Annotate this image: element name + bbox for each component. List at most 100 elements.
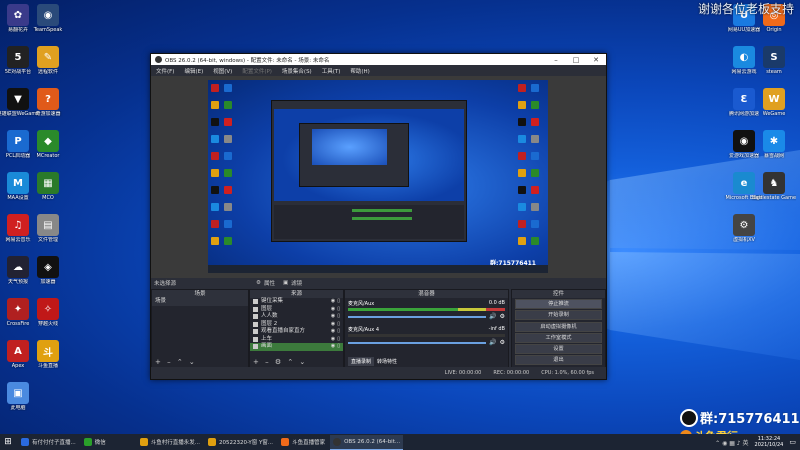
properties-button[interactable]: 属性 [264,279,275,287]
scene-toolbar: 未选择源 ⚙ 属性 ▣ 滤镜 [151,278,606,288]
left-desktop-icon[interactable]: 斗斗鱼直播 [26,340,70,369]
menu-view[interactable]: 视图(V) [208,67,237,75]
desktop-icon-label: 此电脑 [10,405,26,411]
lock-icon[interactable]: ▯ [337,313,340,321]
left-desktop-icon[interactable]: ▦ MCO [26,172,70,201]
lock-icon[interactable]: ▯ [337,298,340,306]
mini-desktop-icon [211,118,219,126]
right-desktop-icon[interactable]: W WeGame [752,88,796,117]
source-name: 观看直播自家直方 [261,328,306,334]
app-icon: ◉ [37,4,59,26]
menu-edit[interactable]: 编辑(E) [179,67,208,75]
source-item[interactable]: 键位采集 ◉ ▯ [250,298,343,306]
virtual-camera-button[interactable]: 启动虚拟摄像机 [515,321,602,332]
preview-area[interactable]: 群:715776411 [151,76,606,278]
right-desktop-icon[interactable]: ⚙ 虚拟机XV [722,214,766,243]
lock-icon[interactable]: ▯ [337,321,340,329]
visibility-eye-icon[interactable]: ◉ [331,321,335,329]
channel-level: 0.0 dB [488,300,505,306]
gear-icon[interactable]: ⚙ [500,339,505,346]
left-desktop-icon[interactable]: ▣ 此电脑 [0,382,40,411]
menu-file[interactable]: 文件(F) [151,67,179,75]
taskbar-app[interactable]: 斗鱼村行直播永发... [137,435,203,449]
volume-slider[interactable] [348,341,487,344]
mini-desktop-icon [518,84,526,92]
source-toolbar-buttons[interactable]: + – ⚙ ⌃ ⌄ [253,358,307,366]
source-item[interactable]: 人人数 ◉ ▯ [250,313,343,321]
tray-icons[interactable]: ⌃ ◉ ▦ ♪ 英 [715,438,748,447]
visibility-eye-icon[interactable]: ◉ [331,306,335,314]
source-item[interactable]: 图层 2 ◉ ▯ [250,321,343,329]
left-desktop-icon[interactable]: ? 奇游加速器 [26,88,70,117]
sources-header: 来源 [250,290,343,298]
mini-desktop-icon [531,203,539,211]
channel-name: 麦克风/Aux 4 [348,327,380,333]
gear-icon[interactable]: ⚙ [256,280,261,286]
gear-icon[interactable]: ⚙ [500,313,505,320]
clock[interactable]: 11:32:24 2021/10/24 [755,436,784,448]
source-name: 人人数 [261,313,278,319]
visibility-eye-icon[interactable]: ◉ [331,313,335,321]
start-icon[interactable]: ⊞ [0,437,16,447]
meter-bar [348,334,505,337]
left-desktop-icon[interactable]: ▤ 文件管理 [26,214,70,243]
left-desktop-icon[interactable]: ✎ 远程软件 [26,46,70,75]
studio-mode-button[interactable]: 工作室模式 [515,332,602,343]
filter-icon[interactable]: ▣ [283,280,288,286]
title-bar[interactable]: OBS 26.0.2 (64-bit, windows) - 配置文件: 未命名… [151,54,606,65]
maximize-icon[interactable]: □ [566,56,586,64]
filters-button[interactable]: 滤镜 [291,279,302,287]
taskbar-app-active[interactable]: OBS 26.0.2 (64-bit... [330,434,404,450]
lock-icon[interactable]: ▯ [337,343,340,351]
right-desktop-icon[interactable]: ✱ 暴雪战网 [752,130,796,159]
source-item[interactable]: 上车 ◉ ▯ [250,336,343,344]
tab-live-record[interactable]: 直播录制 [348,357,375,366]
minimize-icon[interactable]: – [546,56,566,64]
lock-icon[interactable]: ▯ [337,328,340,336]
obs-window[interactable]: OBS 26.0.2 (64-bit, windows) - 配置文件: 未命名… [150,53,607,380]
volume-slider[interactable] [348,315,487,318]
menu-help[interactable]: 帮助(H) [345,67,374,75]
visibility-eye-icon[interactable]: ◉ [331,328,335,336]
lock-icon[interactable]: ▯ [337,306,340,314]
stop-streaming-button[interactable]: 停止推流 [515,299,602,310]
exit-button[interactable]: 退出 [515,355,602,366]
close-icon[interactable]: ✕ [586,56,606,64]
speaker-icon[interactable]: 🔊 [489,313,496,320]
left-desktop-icon[interactable]: ◉ TeamSpeak [26,4,70,33]
start-recording-button[interactable]: 开始录制 [515,310,602,321]
mini-desktop-icon [531,118,539,126]
source-name: 图层 [261,305,273,312]
mixer-channel: 麦克风/Aux 0.0 dB 🔊 ⚙ [345,298,508,324]
preview-canvas[interactable]: 群:715776411 [208,80,548,273]
mini-desktop-icon [224,84,232,92]
taskbar-app[interactable]: 有付付付子直播... [18,435,79,449]
menu-profile[interactable]: 配置文件(P) [237,67,277,75]
tab-transition-props[interactable]: 转场特性 [374,357,400,366]
taskbar-app[interactable]: 20522320-Y窗 Y窗... [205,435,276,449]
right-desktop-icon[interactable]: ♞Battlestate Games L... [752,172,796,201]
settings-button[interactable]: 设置 [515,343,602,354]
left-desktop-icon[interactable]: ◈ 加速器 [26,256,70,285]
notification-icon[interactable]: ▭ [789,438,796,446]
menu-scene-collection[interactable]: 场景集合(S) [277,67,317,75]
left-desktop-icon[interactable]: ✧ 穿越火线 [26,298,70,327]
scene-item[interactable]: 场景 [152,298,248,306]
visibility-eye-icon[interactable]: ◉ [331,298,335,306]
right-desktop-icon[interactable]: Ssteam [752,46,796,75]
source-type-icon [253,321,258,327]
taskbar-app[interactable]: 斗鱼直播管家 [278,435,328,449]
mini-desktop-icon [518,237,526,245]
scene-toolbar-buttons[interactable]: + – ⌃ ⌄ [155,358,197,366]
lock-icon[interactable]: ▯ [337,336,340,344]
taskbar-app[interactable]: 微信 [81,435,109,449]
app-icon: ▦ [37,172,59,194]
visibility-eye-icon[interactable]: ◉ [331,336,335,344]
left-desktop-icon[interactable]: ◆ MCreator [26,130,70,159]
source-item[interactable]: 观看直播自家直方 ◉ ▯ [250,328,343,336]
speaker-icon[interactable]: 🔊 [489,339,496,346]
source-item[interactable]: 图层 ◉ ▯ [250,306,343,314]
source-item[interactable]: 画面 ◉ ▯ [250,343,343,351]
menu-tools[interactable]: 工具(T) [317,67,346,75]
visibility-eye-icon[interactable]: ◉ [331,343,335,351]
